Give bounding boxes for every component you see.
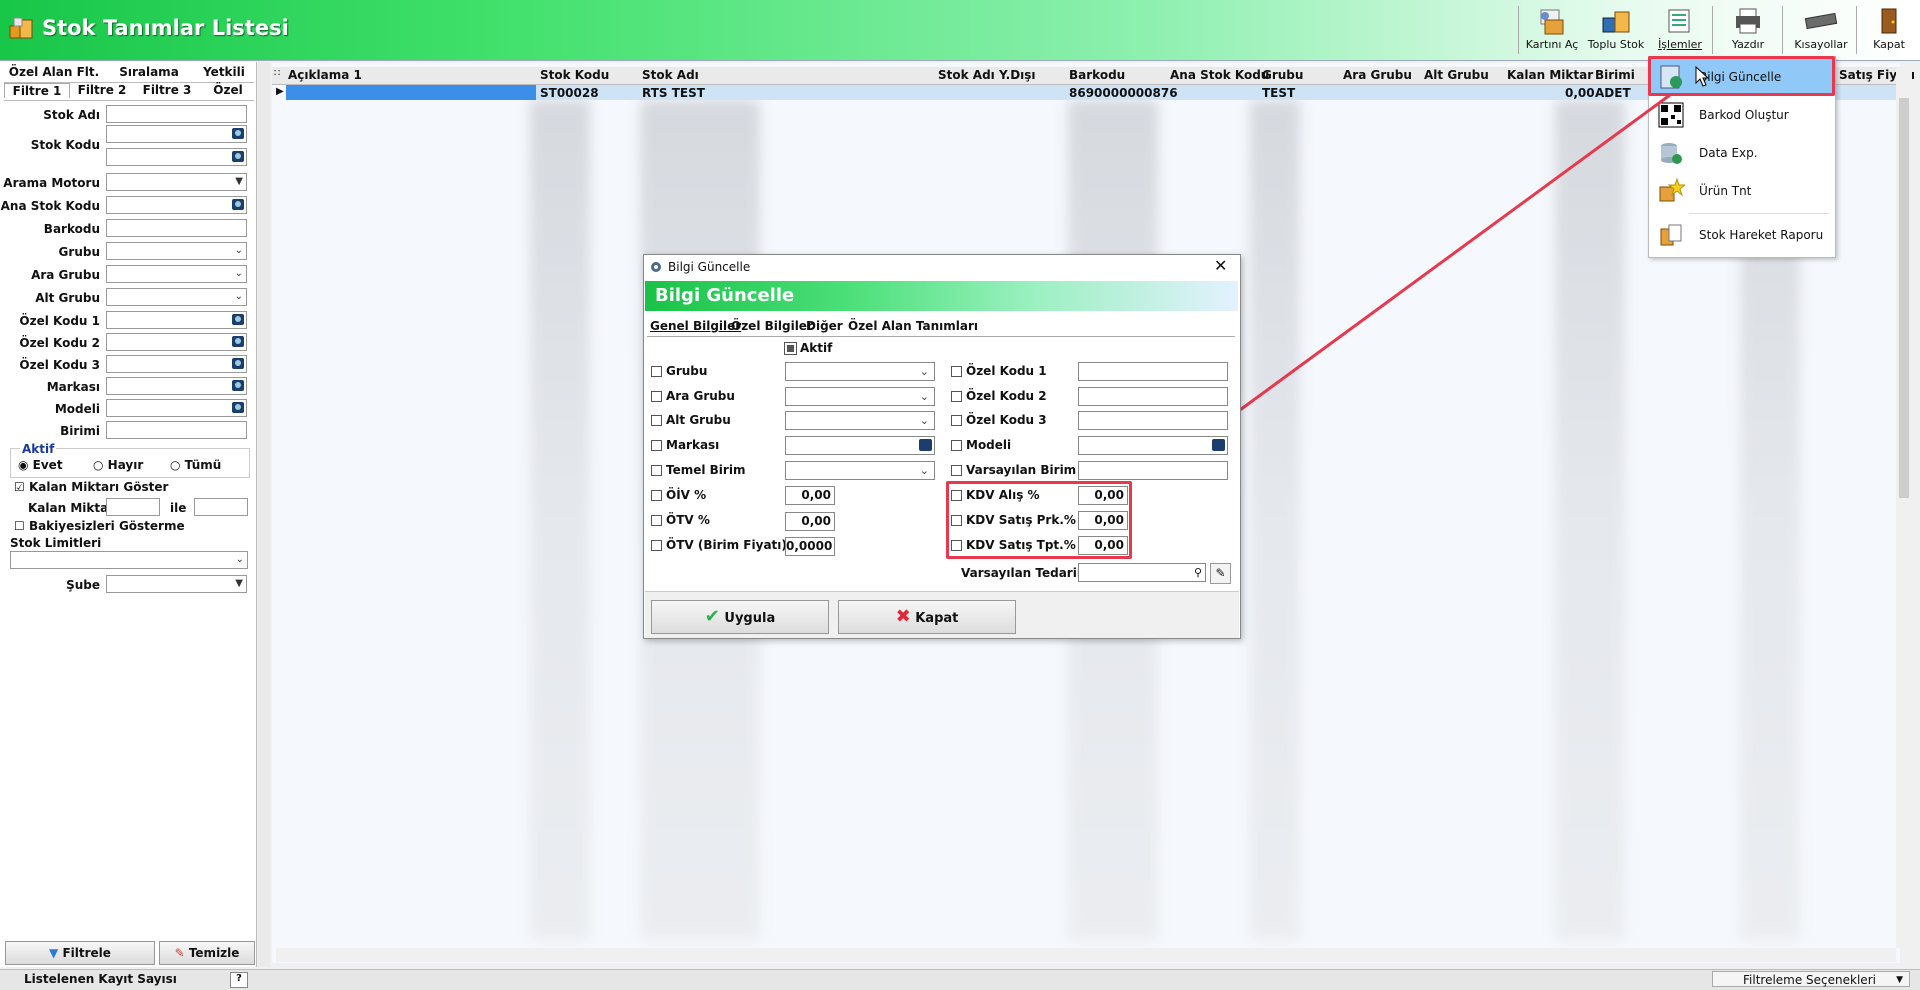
dlg-temel-birim-select[interactable]: ⌄ — [785, 461, 935, 480]
dlg-modeli-label: Modeli — [966, 438, 1012, 452]
tab-ozel-alan-tanimlari[interactable]: Özel Alan Tanımları — [848, 319, 978, 333]
varsayilan-tedarikci-label: Varsayılan Tedarikçi — [961, 566, 1097, 580]
uygula-button[interactable]: ✔ Uygula — [651, 600, 829, 634]
dlg-markasi-label: Markası — [666, 438, 720, 452]
checkmark-icon: ✔ — [704, 606, 720, 627]
oiv-input[interactable]: 0,00 — [785, 486, 835, 505]
dlg-ozel-kodu-2-label: Özel Kodu 2 — [966, 389, 1047, 403]
dlg-alt-grubu-select[interactable]: ⌄ — [785, 411, 935, 430]
dlg-grubu-select[interactable]: ⌄ — [785, 362, 935, 381]
aktif-checkbox[interactable] — [784, 342, 797, 355]
otv-birim-input[interactable]: 0,0000 — [785, 537, 835, 556]
grubu-checkbox[interactable] — [651, 366, 662, 377]
dlg-otv-label: ÖTV % — [666, 513, 710, 527]
varsayilan-tedarikci-input[interactable]: ⚲ — [1078, 563, 1206, 582]
filter-options-dropdown[interactable]: Filtreleme Seçenekleri ▼ — [1712, 971, 1910, 987]
dlg-varsayilan-birim-label: Varsayılan Birim — [966, 463, 1077, 477]
dlg-alt-grubu-label: Alt Grubu — [666, 413, 731, 427]
dlg-ara-grubu-select[interactable]: ⌄ — [785, 387, 935, 406]
dialog-window-title: Bilgi Güncelle — [668, 260, 751, 274]
otv-checkbox[interactable] — [651, 515, 662, 526]
ara-grubu-checkbox[interactable] — [651, 391, 662, 402]
dropdown-arrow-icon: ▼ — [1896, 975, 1903, 985]
dialog-header: Bilgi Güncelle — [645, 281, 1238, 311]
dialog-header-title: Bilgi Güncelle — [655, 285, 795, 306]
listed-count-label: Listelenen Kayıt Sayısı — [24, 972, 177, 986]
chevron-down-icon: ⌄ — [919, 414, 929, 427]
alt-grubu-checkbox[interactable] — [651, 415, 662, 426]
dlg-ozel-kodu-1-input[interactable] — [1078, 362, 1228, 381]
dlg-ozel-kodu-1-label: Özel Kodu 1 — [966, 364, 1047, 378]
bilgi-guncelle-dialog: Bilgi Güncelle ✕ Bilgi Güncelle Genel Bi… — [643, 254, 1241, 639]
highlight-kdv-fields — [946, 481, 1132, 559]
otv-birim-checkbox[interactable] — [651, 540, 662, 551]
dlg-ozel-kodu-3-input[interactable] — [1078, 411, 1228, 430]
dialog-gear-icon — [651, 262, 661, 272]
dlg-varsayilan-birim-input[interactable] — [1078, 461, 1228, 480]
person-search-icon[interactable]: ⚲ — [1194, 564, 1202, 581]
tab-diger[interactable]: Diğer — [806, 319, 843, 333]
kapat-dialog-button[interactable]: ✖ Kapat — [838, 600, 1016, 634]
dlg-oiv-label: ÖİV % — [666, 488, 707, 502]
dlg-grubu-label: Grubu — [666, 364, 708, 378]
aktif-label: Aktif — [800, 341, 833, 355]
status-bar — [0, 969, 1920, 990]
dlg-ozel-kodu-3-label: Özel Kodu 3 — [966, 413, 1047, 427]
close-icon[interactable]: ✕ — [1214, 256, 1227, 275]
dlg-otv-birim-label: ÖTV (Birim Fiyatı) — [666, 538, 787, 552]
dlg-modeli-input[interactable] — [1078, 436, 1228, 455]
chevron-down-icon: ⌄ — [919, 464, 929, 477]
ozel-kodu-2-checkbox[interactable] — [951, 391, 962, 402]
ozel-kodu-3-checkbox[interactable] — [951, 415, 962, 426]
varsayilan-birim-checkbox[interactable] — [951, 465, 962, 476]
tab-genel-bilgiler[interactable]: Genel Bilgiler — [650, 319, 741, 333]
modeli-checkbox[interactable] — [951, 440, 962, 451]
lookup-icon[interactable] — [1212, 439, 1225, 451]
temel-birim-checkbox[interactable] — [651, 465, 662, 476]
chevron-down-icon: ⌄ — [919, 390, 929, 403]
dlg-ozel-kodu-2-input[interactable] — [1078, 387, 1228, 406]
dlg-temel-birim-label: Temel Birim — [666, 463, 746, 477]
help-icon[interactable]: ? — [230, 972, 248, 988]
dlg-ara-grubu-label: Ara Grubu — [666, 389, 735, 403]
dlg-markasi-input[interactable] — [785, 436, 935, 455]
oiv-checkbox[interactable] — [651, 490, 662, 501]
lookup-icon[interactable] — [919, 439, 932, 451]
otv-input[interactable]: 0,00 — [785, 512, 835, 531]
red-x-icon: ✖ — [895, 606, 911, 627]
markasi-checkbox[interactable] — [651, 440, 662, 451]
ozel-kodu-1-checkbox[interactable] — [951, 366, 962, 377]
edit-pencil-icon[interactable]: ✎ — [1210, 563, 1231, 584]
chevron-down-icon: ⌄ — [919, 365, 929, 378]
tab-ozel-bilgiler[interactable]: Özel Bilgiler — [731, 319, 813, 333]
